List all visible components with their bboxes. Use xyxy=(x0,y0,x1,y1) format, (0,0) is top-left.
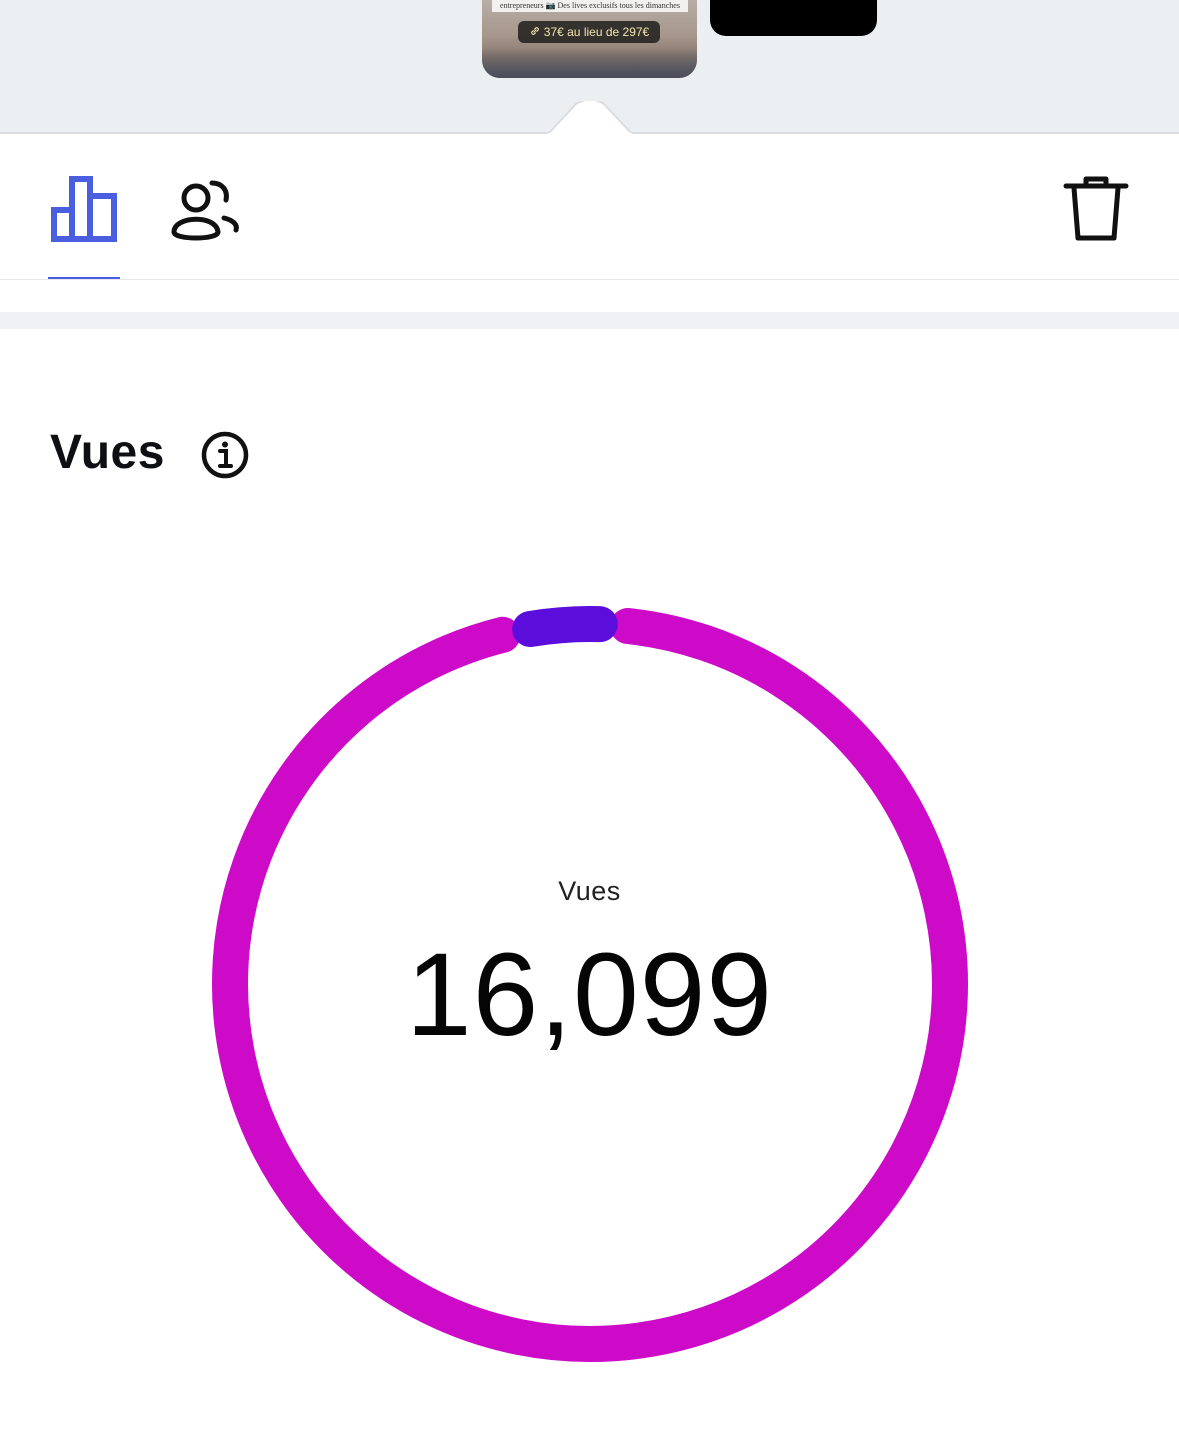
post-insights-screen: entrepreneurs 📷 Des lives exclusifs tous… xyxy=(0,0,1179,1433)
link-sticker-text: 37€ au lieu de 297€ xyxy=(543,25,650,39)
delete-button[interactable] xyxy=(1060,174,1132,246)
insights-tabbar xyxy=(0,134,1179,280)
link-icon xyxy=(530,27,539,35)
donut-segment-small xyxy=(512,606,618,647)
trash-icon xyxy=(1063,176,1129,241)
selection-pointer xyxy=(548,101,632,135)
people-icon xyxy=(171,180,239,241)
active-tab-indicator xyxy=(48,277,120,279)
donut-center-label: Vues xyxy=(558,876,621,906)
total-views-value: 16,099 xyxy=(406,929,773,1061)
story-thumbnail-caption: entrepreneurs 📷 Des lives exclusifs tous… xyxy=(492,0,688,12)
section-divider xyxy=(0,312,1179,329)
story-thumbnail-next[interactable] xyxy=(710,0,877,36)
info-icon[interactable] xyxy=(200,430,250,480)
tab-audience[interactable] xyxy=(166,174,242,244)
bar-chart-icon xyxy=(51,176,117,242)
section-title: Vues xyxy=(50,426,165,479)
tab-stats[interactable] xyxy=(48,174,120,244)
link-sticker: 37€ au lieu de 297€ xyxy=(518,21,660,43)
